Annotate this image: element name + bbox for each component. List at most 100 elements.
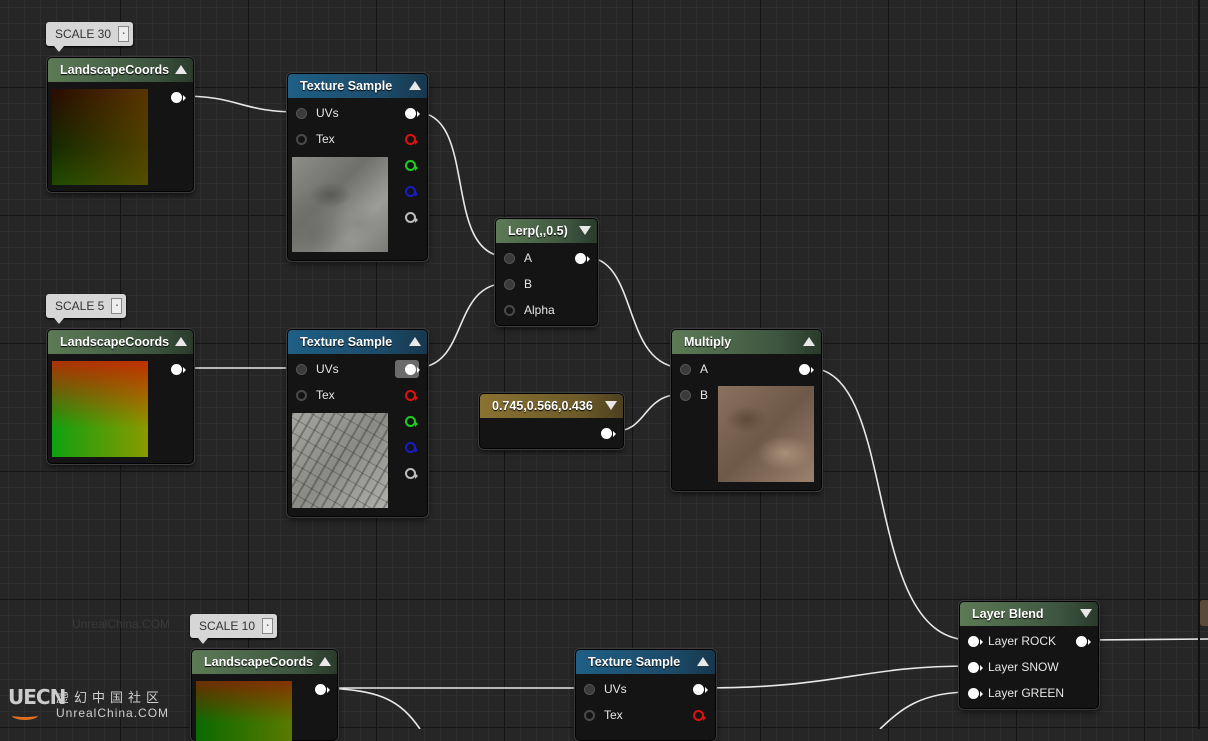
- uvs-input-pin[interactable]: [584, 684, 595, 695]
- rgb-output-pin[interactable]: [405, 364, 420, 375]
- pin-label-tex: Tex: [604, 708, 623, 722]
- output-pin[interactable]: [575, 253, 590, 264]
- landscape-coords-node-2[interactable]: LandscapeCoords: [47, 329, 194, 464]
- output-pin[interactable]: [1076, 636, 1091, 647]
- comment-bubble-scale5[interactable]: SCALE 5 ▪: [46, 294, 127, 324]
- offscreen-node-edge[interactable]: [1200, 600, 1208, 626]
- pin-comment-icon[interactable]: ▪: [262, 618, 274, 634]
- node-title: Layer Blend: [972, 607, 1044, 621]
- layer-snow-input-pin[interactable]: [968, 662, 983, 673]
- node-title: LandscapeCoords: [204, 655, 314, 669]
- output-pin[interactable]: [601, 428, 616, 439]
- constant-vector-node[interactable]: 0.745,0.566,0.436: [479, 393, 624, 449]
- texture-sample-node-2[interactable]: Texture Sample UVs Tex: [287, 329, 428, 517]
- pin-label-uvs: UVs: [316, 106, 339, 120]
- pin-comment-icon[interactable]: ▪: [118, 26, 130, 42]
- wire-tex3-to-layer-snow: [702, 665, 971, 689]
- pin-label-b: B: [524, 277, 533, 291]
- expand-arrow-icon[interactable]: [1080, 609, 1092, 618]
- uvs-input-pin[interactable]: [296, 108, 307, 119]
- tex-input-pin[interactable]: [296, 390, 307, 401]
- output-pin[interactable]: [799, 364, 814, 375]
- g-output-pin[interactable]: [405, 160, 418, 171]
- collapse-arrow-icon[interactable]: [697, 657, 709, 666]
- node-header[interactable]: Lerp(,,0.5): [496, 219, 597, 243]
- lerp-node[interactable]: Lerp(,,0.5) A B Alpha: [495, 218, 598, 326]
- collapse-arrow-icon[interactable]: [803, 337, 815, 346]
- brand-logo: UECN 虚幻中国社区 UnrealChina.COM: [8, 685, 183, 725]
- node-header[interactable]: 0.745,0.566,0.436: [480, 394, 623, 418]
- a-output-pin[interactable]: [405, 468, 418, 479]
- pin-label-tex: Tex: [316, 388, 335, 402]
- texture-sample-node-1[interactable]: Texture Sample UVs Tex: [287, 73, 428, 261]
- output-pin[interactable]: [171, 364, 186, 375]
- node-title: Multiply: [684, 335, 732, 349]
- texture-sample-node-3[interactable]: Texture Sample UVs Tex: [575, 649, 716, 741]
- landscape-coords-node-1[interactable]: LandscapeCoords: [47, 57, 194, 192]
- pin-label-a: A: [700, 362, 709, 376]
- b-output-pin[interactable]: [405, 442, 418, 453]
- node-title: Texture Sample: [588, 655, 681, 669]
- r-output-pin[interactable]: [405, 134, 418, 145]
- collapse-arrow-icon[interactable]: [175, 337, 187, 346]
- multiply-preview: [718, 386, 814, 482]
- node-preview: [52, 361, 148, 457]
- layer-green-input-pin[interactable]: [968, 688, 983, 699]
- wire-to-layer-green: [879, 691, 971, 729]
- expand-arrow-icon[interactable]: [605, 401, 617, 410]
- comment-text: SCALE 5: [55, 299, 105, 313]
- wire-coords1-to-tex1: [180, 95, 299, 113]
- b-input-pin[interactable]: [680, 390, 691, 401]
- wire-coords3-down: [324, 687, 421, 729]
- b-input-pin[interactable]: [504, 279, 515, 290]
- comment-bubble-scale10[interactable]: SCALE 10 ▪: [190, 614, 278, 644]
- watermark-text: UnrealChina.COM: [72, 617, 171, 631]
- landscape-coords-node-3[interactable]: LandscapeCoords: [191, 649, 338, 741]
- a-input-pin[interactable]: [680, 364, 691, 375]
- node-header[interactable]: LandscapeCoords: [192, 650, 337, 674]
- expand-arrow-icon[interactable]: [579, 226, 591, 235]
- pin-comment-icon[interactable]: ▪: [111, 298, 123, 314]
- brand-chinese-text: 虚幻中国社区: [56, 691, 165, 706]
- node-header[interactable]: Multiply: [672, 330, 821, 354]
- collapse-arrow-icon[interactable]: [409, 337, 421, 346]
- tex-input-pin[interactable]: [584, 710, 595, 721]
- node-preview: [196, 681, 292, 741]
- wire-layerblend-out: [1085, 638, 1208, 641]
- uvs-input-pin[interactable]: [296, 364, 307, 375]
- comment-text: SCALE 10: [199, 619, 256, 633]
- layer-rock-input-pin[interactable]: [968, 636, 983, 647]
- node-header[interactable]: Texture Sample: [288, 330, 427, 354]
- pin-label-a: A: [524, 251, 533, 265]
- comment-bubble-scale30[interactable]: SCALE 30 ▪: [46, 22, 134, 52]
- output-pin[interactable]: [171, 92, 186, 103]
- layer-blend-node[interactable]: Layer Blend Layer ROCK Layer SNOW Layer …: [959, 601, 1099, 709]
- multiply-node[interactable]: Multiply A B: [671, 329, 822, 491]
- node-header[interactable]: LandscapeCoords: [48, 58, 193, 82]
- output-pin[interactable]: [315, 684, 330, 695]
- node-header[interactable]: LandscapeCoords: [48, 330, 193, 354]
- node-header[interactable]: Texture Sample: [288, 74, 427, 98]
- a-output-pin[interactable]: [405, 212, 418, 223]
- tex-input-pin[interactable]: [296, 134, 307, 145]
- collapse-arrow-icon[interactable]: [319, 657, 331, 666]
- node-header[interactable]: Layer Blend: [960, 602, 1098, 626]
- brand-english-text: UnrealChina.COM: [56, 706, 170, 720]
- b-output-pin[interactable]: [405, 186, 418, 197]
- node-header[interactable]: Texture Sample: [576, 650, 715, 674]
- node-title: Lerp(,,0.5): [508, 224, 568, 238]
- collapse-arrow-icon[interactable]: [409, 81, 421, 90]
- pin-label-alpha: Alpha: [524, 303, 555, 317]
- r-output-pin[interactable]: [693, 710, 706, 721]
- pin-label-tex: Tex: [316, 132, 335, 146]
- a-input-pin[interactable]: [504, 253, 515, 264]
- logo-swoosh-icon: [12, 711, 38, 720]
- collapse-arrow-icon[interactable]: [175, 65, 187, 74]
- alpha-input-pin[interactable]: [504, 305, 515, 316]
- texture-preview: [292, 157, 388, 252]
- r-output-pin[interactable]: [405, 390, 418, 401]
- node-preview: [52, 89, 148, 185]
- rgb-output-pin[interactable]: [405, 108, 420, 119]
- rgb-output-pin[interactable]: [693, 684, 708, 695]
- g-output-pin[interactable]: [405, 416, 418, 427]
